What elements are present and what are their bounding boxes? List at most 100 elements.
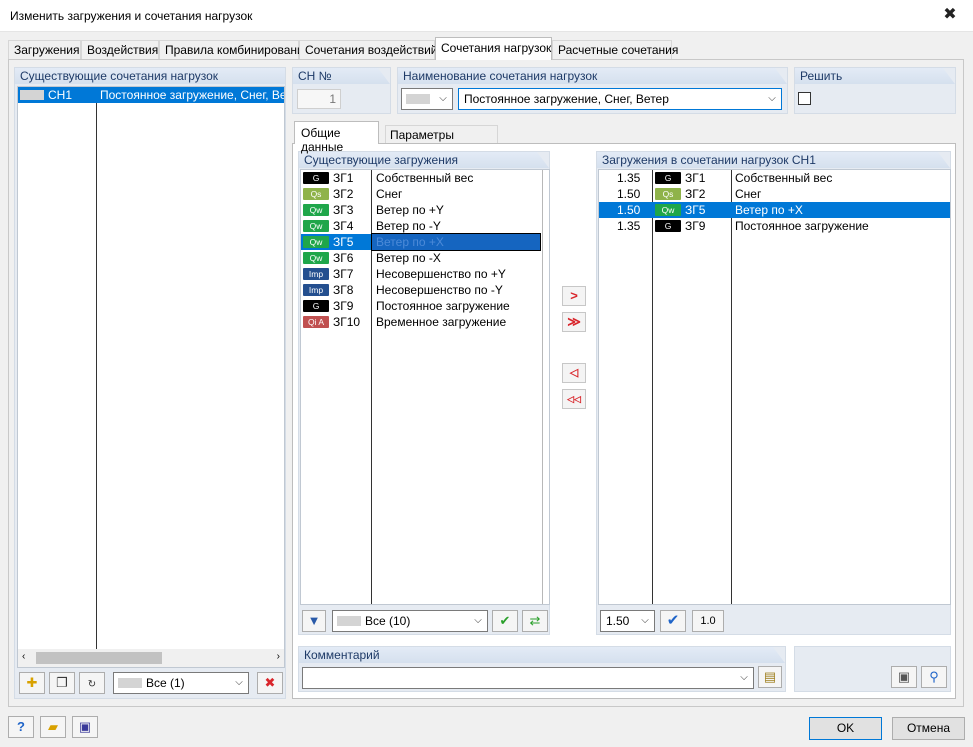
tab-action-combinations[interactable]: Сочетания воздействий xyxy=(299,40,437,59)
remove-button[interactable]: ◁ xyxy=(562,363,586,383)
list-item[interactable]: 1.50 Qs ЗГ2 Снег xyxy=(599,186,950,202)
add-button[interactable]: > xyxy=(562,286,586,306)
tools-group: ▣ ⚲ xyxy=(794,646,951,692)
copy-combination-button[interactable]: ❐ xyxy=(49,672,75,694)
double-arrow-right-icon: ≫ xyxy=(567,314,581,329)
horizontal-scrollbar[interactable]: ‹ › xyxy=(18,649,284,667)
tab-general-data[interactable]: Общие данные xyxy=(294,121,379,154)
tab-actions[interactable]: Воздействия xyxy=(81,40,159,59)
load-id: ЗГ7 xyxy=(333,267,354,281)
combination-loads-list[interactable]: 1.35 G ЗГ1 Собственный вес 1.50 Qs ЗГ2 Снег 1.50… xyxy=(598,169,951,605)
tab-design-combinations[interactable]: Расчетные сочетания xyxy=(552,40,678,59)
load-type-badge: Qi A xyxy=(303,316,329,328)
cancel-button[interactable]: Отмена xyxy=(892,717,965,740)
new-combination-button[interactable]: ✚ xyxy=(19,672,45,694)
combinations-filter-select[interactable]: Все (1) ⌵ xyxy=(113,672,249,694)
load-name: Собственный вес xyxy=(376,171,474,185)
list-item[interactable]: Imp ЗГ8 Несовершенство по -Y xyxy=(301,282,549,298)
color-select[interactable]: ⌵ xyxy=(401,88,453,110)
save-button[interactable]: ▣ xyxy=(72,716,98,738)
combinations-list[interactable]: СН1 Постоянное загружение, Снег, Ветер ‹… xyxy=(17,86,285,668)
ch-number-group: СН № 1 xyxy=(292,67,391,114)
remove-all-button[interactable]: ◁◁ xyxy=(562,389,586,409)
renumber-button[interactable]: ↻ xyxy=(79,672,105,694)
load-id: ЗГ1 xyxy=(685,171,706,185)
list-item[interactable]: Qw ЗГ4 Ветер по -Y xyxy=(301,218,549,234)
scroll-right-icon[interactable]: › xyxy=(277,651,280,662)
load-id: ЗГ1 xyxy=(333,171,354,185)
solve-checkbox[interactable] xyxy=(798,92,811,105)
list-item[interactable]: 1.50 Qw ЗГ5 Ветер по +X xyxy=(599,202,950,218)
load-type-badge: G xyxy=(655,220,681,232)
scrollbar-thumb[interactable] xyxy=(36,652,162,664)
tab-load-combinations[interactable]: Сочетания нагрузок xyxy=(435,37,552,60)
loads-filter-select[interactable]: Все (10) ⌵ xyxy=(332,610,488,632)
scroll-left-icon[interactable]: ‹ xyxy=(22,651,25,662)
list-item[interactable]: СН1 Постоянное загружение, Снег, Ветер xyxy=(18,87,284,103)
copy-icon: ❐ xyxy=(56,675,68,690)
comment-library-button[interactable]: ▤ xyxy=(758,666,782,688)
select-all-button[interactable]: ✔ xyxy=(492,610,518,632)
invert-selection-button[interactable]: ⇄ xyxy=(522,610,548,632)
factor-select[interactable]: 1.50 ⌵ xyxy=(600,610,655,632)
double-arrow-left-icon: ◁◁ xyxy=(567,394,581,404)
combination-name-select[interactable]: Постоянное загружение, Снег, Ветер ⌵ xyxy=(458,88,782,110)
load-type-badge: Qw xyxy=(303,204,329,216)
tab-loads[interactable]: Загружения xyxy=(8,40,81,59)
load-id: ЗГ8 xyxy=(333,283,354,297)
factor-value: 1.50 xyxy=(606,614,630,628)
ok-button[interactable]: OK xyxy=(809,717,882,740)
load-name: Снег xyxy=(735,187,762,201)
arrow-right-icon: > xyxy=(570,288,578,303)
load-type-badge: G xyxy=(303,172,329,184)
color-swatch xyxy=(20,90,44,100)
load-name: Снег xyxy=(376,187,403,201)
open-button[interactable]: ▰ xyxy=(40,716,66,738)
list-item[interactable]: Qw ЗГ3 Ветер по +Y xyxy=(301,202,549,218)
window-title: Изменить загружения и сочетания нагрузок xyxy=(10,9,253,23)
load-id: ЗГ4 xyxy=(333,219,354,233)
delete-button[interactable]: ✖ xyxy=(257,672,283,694)
list-item[interactable]: Qs ЗГ2 Снег xyxy=(301,186,549,202)
add-all-button[interactable]: ≫ xyxy=(562,312,586,332)
color-swatch xyxy=(337,616,361,626)
combination-loads-group: Загружения в сочетании нагрузок СН1 1.35… xyxy=(596,151,951,635)
solve-label: Решить xyxy=(795,68,955,84)
list-item[interactable]: G ЗГ1 Собственный вес xyxy=(301,170,549,186)
tab-calc-params[interactable]: Параметры расчета xyxy=(385,125,498,156)
unit-factor-button[interactable]: 1.0 xyxy=(692,610,724,632)
library-icon: ▤ xyxy=(763,669,777,684)
solve-group: Решить xyxy=(794,67,956,114)
column-divider xyxy=(96,87,97,649)
list-item[interactable]: Imp ЗГ7 Несовершенство по +Y xyxy=(301,266,549,282)
list-item[interactable]: 1.35 G ЗГ9 Постоянное загружение xyxy=(599,218,950,234)
load-type-badge: Imp xyxy=(303,284,329,296)
close-icon[interactable]: ✖ xyxy=(927,0,973,32)
column-divider xyxy=(652,170,653,604)
graphic-button[interactable]: ▣ xyxy=(891,666,917,688)
load-factor: 1.35 xyxy=(617,219,641,233)
apply-factor-button[interactable]: ✔ xyxy=(660,610,686,632)
tab-combination-rules[interactable]: Правила комбинирования xyxy=(159,40,310,59)
load-factor: 1.50 xyxy=(617,203,641,217)
comment-input[interactable]: ⌵ xyxy=(302,667,754,689)
load-type-badge: G xyxy=(303,300,329,312)
load-name: Несовершенство по +Y xyxy=(376,267,506,281)
load-name: Ветер по -Y xyxy=(376,219,441,233)
existing-loads-list[interactable]: G ЗГ1 Собственный вес Qs ЗГ2 Снег Qw ЗГ3 Ветер п… xyxy=(300,169,550,605)
filter-button[interactable]: ▼ xyxy=(302,610,326,632)
help-icon: ? xyxy=(17,719,25,734)
help-button[interactable]: ? xyxy=(8,716,34,738)
list-item[interactable]: 1.35 G ЗГ1 Собственный вес xyxy=(599,170,950,186)
arrow-left-icon: ◁ xyxy=(569,367,579,379)
ch-number-label: СН № xyxy=(293,68,390,84)
view-button[interactable]: ⚲ xyxy=(921,666,947,688)
list-item[interactable]: Qi A ЗГ10 Временное загружение xyxy=(301,314,549,330)
load-name: Ветер по -X xyxy=(376,251,441,265)
list-item[interactable]: Qw ЗГ5 Ветер по +X xyxy=(301,233,549,251)
list-item[interactable]: G ЗГ9 Постоянное загружение xyxy=(301,298,549,314)
list-item[interactable]: Qw ЗГ6 Ветер по -X xyxy=(301,250,549,266)
loads-filter-value: Все (10) xyxy=(365,614,411,628)
load-type-badge: Qs xyxy=(303,188,329,200)
ch-number-field[interactable]: 1 xyxy=(297,89,341,109)
